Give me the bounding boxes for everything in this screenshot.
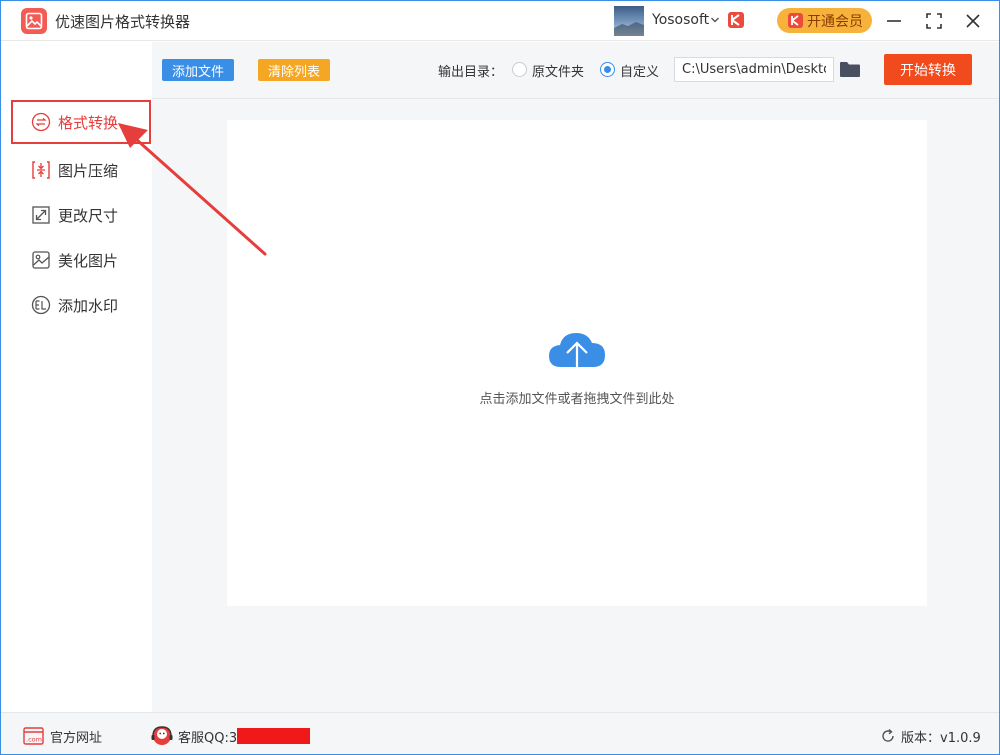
resize-icon	[32, 206, 50, 224]
refresh-icon[interactable]	[880, 728, 896, 744]
compress-icon	[32, 161, 50, 179]
sidebar-item-watermark[interactable]: 添加水印	[11, 283, 151, 327]
chevron-down-icon[interactable]	[710, 15, 720, 25]
official-site-link[interactable]: 官方网址	[50, 727, 102, 746]
sidebar-item-beautify[interactable]: 美化图片	[11, 238, 151, 282]
radio-original-folder[interactable]	[512, 62, 527, 77]
cloud-upload-icon	[549, 333, 605, 377]
sidebar-item-resize[interactable]: 更改尺寸	[11, 193, 151, 237]
sidebar-item-format-convert[interactable]: 格式转换	[11, 100, 151, 144]
sidebar-item-compress[interactable]: 图片压缩	[11, 148, 151, 192]
sidebar-item-label: 更改尺寸	[58, 206, 119, 225]
app-title: 优速图片格式转换器	[55, 13, 191, 31]
open-vip-button[interactable]: 开通会员	[777, 8, 872, 33]
website-icon[interactable]: .com	[23, 727, 44, 745]
radio-original-label[interactable]: 原文件夹	[532, 61, 584, 80]
add-file-button[interactable]: 添加文件	[162, 59, 234, 81]
vip-button-label: 开通会员	[807, 13, 863, 30]
format-convert-icon	[31, 112, 51, 132]
customer-service-icon[interactable]	[150, 724, 174, 748]
status-bar: .com 官方网址 客服QQ:3 版本：v1.0.9	[1, 712, 999, 754]
sidebar-item-label: 美化图片	[58, 251, 119, 270]
file-drop-zone[interactable]: 点击添加文件或者拖拽文件到此处	[227, 120, 927, 606]
radio-custom-folder[interactable]	[600, 62, 615, 77]
clear-list-button[interactable]: 清除列表	[258, 59, 330, 81]
vip-icon	[788, 13, 803, 28]
qq-label: 客服QQ:3	[178, 731, 238, 746]
redacted-block	[237, 728, 310, 744]
watermark-icon	[31, 295, 51, 315]
toolbar: 添加文件 清除列表 输出目录： 原文件夹 自定义 开始转换	[152, 42, 999, 99]
app-window: 优速图片格式转换器 Yososoft 开通会员 格式转换 图片压缩 更改尺寸 美…	[0, 0, 1000, 755]
start-convert-button[interactable]: 开始转换	[884, 54, 972, 85]
beautify-icon	[32, 251, 50, 269]
folder-icon[interactable]	[839, 61, 861, 78]
maximize-icon[interactable]	[923, 10, 945, 32]
username[interactable]: Yososoft	[652, 12, 709, 28]
minimize-icon[interactable]	[883, 10, 905, 32]
sidebar: 格式转换 图片压缩 更改尺寸 美化图片 添加水印	[1, 42, 152, 712]
version-label: 版本：v1.0.9	[901, 731, 981, 746]
drop-hint-text: 点击添加文件或者拖拽文件到此处	[479, 392, 675, 407]
svg-text:.com: .com	[26, 736, 42, 744]
app-logo-icon	[21, 8, 47, 34]
close-icon[interactable]	[962, 10, 984, 32]
output-dir-label: 输出目录：	[438, 65, 504, 80]
title-bar: 优速图片格式转换器 Yososoft 开通会员	[1, 1, 999, 41]
vip-badge-icon	[728, 12, 744, 28]
sidebar-item-label: 图片压缩	[58, 161, 119, 180]
main-area: 添加文件 清除列表 输出目录： 原文件夹 自定义 开始转换 点击添加文件或者拖拽…	[152, 42, 999, 712]
sidebar-item-label: 添加水印	[58, 296, 119, 315]
output-path-input[interactable]	[674, 57, 834, 82]
user-avatar[interactable]	[614, 6, 644, 36]
sidebar-item-label: 格式转换	[58, 113, 119, 132]
radio-custom-label[interactable]: 自定义	[620, 61, 659, 80]
